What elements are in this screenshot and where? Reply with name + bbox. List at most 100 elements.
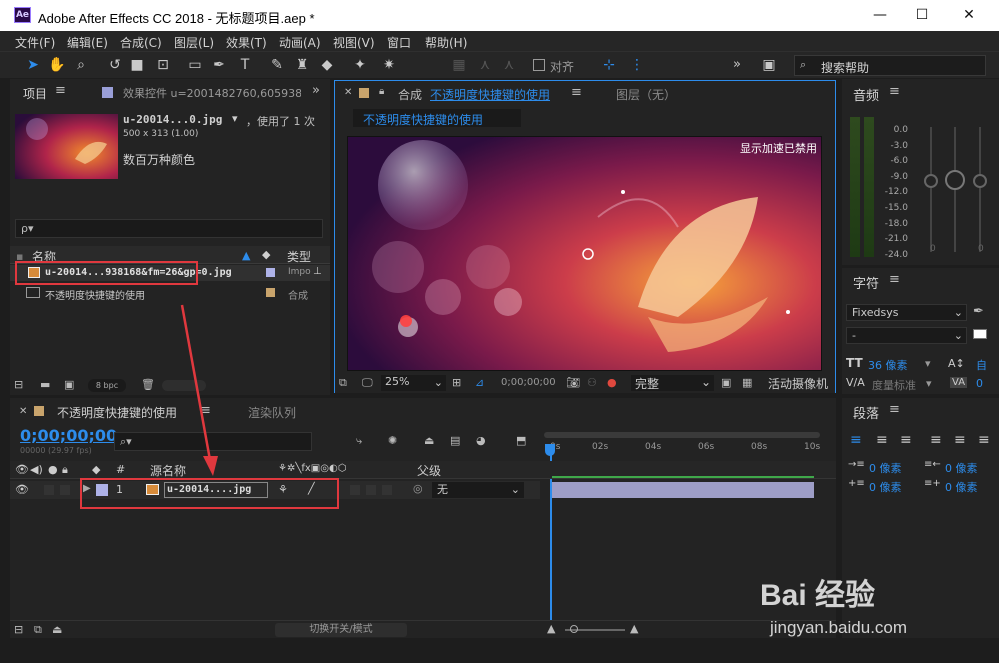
- bit-depth-button[interactable]: 8 bpc: [88, 379, 126, 392]
- time-ruler[interactable]: 0s 02s 04s 06s 08s 10s: [544, 432, 820, 456]
- always-preview-icon[interactable]: ⧉: [339, 376, 347, 390]
- workspace-icon[interactable]: ▣: [760, 56, 778, 74]
- local-axis-icon[interactable]: ▦: [450, 56, 468, 74]
- mask-visibility-icon[interactable]: ⊿: [475, 376, 484, 389]
- menu-composition[interactable]: 合成(C): [120, 34, 162, 51]
- layer-visibility-icon[interactable]: 👁︎: [15, 483, 29, 496]
- align-center-icon[interactable]: ≡: [876, 432, 888, 448]
- justify-left-icon[interactable]: ≡: [930, 432, 942, 448]
- snapshot-icon[interactable]: 📷︎: [566, 376, 580, 389]
- close-timeline-tab-icon[interactable]: ✕: [19, 406, 27, 417]
- type-column-header[interactable]: 类型: [287, 248, 311, 265]
- panel-overflow-icon[interactable]: »: [312, 83, 320, 98]
- delete-icon[interactable]: 🗑: [141, 378, 155, 391]
- effect-switch[interactable]: [382, 485, 392, 495]
- layer-lock-toggle[interactable]: [60, 485, 70, 495]
- project-tab[interactable]: 项目: [23, 85, 47, 102]
- toggle-switches-modes-button[interactable]: 切换开关/模式: [275, 623, 407, 637]
- source-name-header[interactable]: 源名称: [150, 462, 186, 479]
- region-of-interest-icon[interactable]: ▣: [721, 376, 731, 389]
- new-composition-icon[interactable]: ▣: [64, 378, 74, 391]
- project-search-field[interactable]: ρ▾: [15, 219, 323, 238]
- pen-tool-icon[interactable]: ✒: [210, 56, 228, 74]
- close-comp-tab-icon[interactable]: ✕: [344, 87, 352, 98]
- master-fader-knob[interactable]: [945, 170, 965, 190]
- rotate-tool-icon[interactable]: ↺: [106, 56, 124, 74]
- resolution-dropdown[interactable]: 完整 ⌄: [631, 375, 714, 391]
- camera-tool-icon[interactable]: ■: [128, 56, 146, 74]
- audio-tab[interactable]: 音频: [853, 85, 879, 104]
- timeline-tab-menu-icon[interactable]: ≡: [200, 403, 211, 418]
- kerning-chevron-icon[interactable]: ▾: [926, 377, 932, 390]
- pan-behind-tool-icon[interactable]: ⊡: [154, 56, 172, 74]
- zoom-tool-icon[interactable]: ⌕: [72, 56, 90, 74]
- view-axis-icon[interactable]: ⋏: [500, 56, 518, 74]
- comp-canvas-image[interactable]: 显示加速已禁用: [347, 136, 822, 371]
- hand-tool-icon[interactable]: ✋: [48, 56, 66, 74]
- effects-controls-tab[interactable]: 效果控件 u=2001482760,605938: [123, 85, 301, 101]
- more-workspaces-button[interactable]: »: [733, 57, 741, 72]
- left-fader-knob[interactable]: [924, 174, 938, 188]
- zoom-dropdown[interactable]: 25% ⌄: [381, 375, 446, 391]
- paragraph-tab[interactable]: 段落: [853, 403, 879, 422]
- timeline-search-field[interactable]: ⌕▾: [114, 432, 312, 451]
- project-row-composition[interactable]: 不透明度快捷键的使用 合成: [10, 285, 330, 302]
- text-tool-icon[interactable]: T: [236, 56, 254, 74]
- snap-icon[interactable]: ⊹: [600, 56, 618, 74]
- menu-edit[interactable]: 编辑(E): [67, 34, 108, 51]
- character-tab[interactable]: 字符: [853, 273, 879, 292]
- menu-window[interactable]: 窗口: [387, 34, 411, 51]
- world-axis-icon[interactable]: ⋏: [476, 56, 494, 74]
- roto-brush-tool-icon[interactable]: ✦: [351, 56, 369, 74]
- align-left-icon[interactable]: ≡: [850, 432, 862, 448]
- timeline-tab-name[interactable]: 不透明度快捷键的使用: [57, 404, 177, 421]
- menu-layer[interactable]: 图层(L): [174, 34, 214, 51]
- justify-center-icon[interactable]: ≡: [954, 432, 966, 448]
- safe-margins-icon[interactable]: ⊞: [452, 376, 461, 389]
- menu-help[interactable]: 帮助(H): [425, 34, 467, 51]
- transfer-controls-icon[interactable]: ⧉: [34, 623, 42, 637]
- new-folder-icon[interactable]: ▬: [40, 378, 50, 391]
- parent-header[interactable]: 父级: [417, 462, 441, 479]
- kerning-value[interactable]: 度量标准: [872, 377, 916, 393]
- leading-value[interactable]: 自: [976, 357, 987, 373]
- fill-color-swatch[interactable]: [973, 329, 987, 339]
- close-button[interactable]: ✕: [954, 5, 984, 25]
- sort-arrow-icon[interactable]: ▲: [242, 249, 250, 262]
- font-style-dropdown[interactable]: - ⌄: [846, 327, 967, 344]
- indent-left-value[interactable]: 0 像素: [869, 460, 902, 476]
- adjustment-switch[interactable]: [350, 485, 360, 495]
- audio-tab-menu-icon[interactable]: ≡: [889, 84, 900, 99]
- font-size-chevron-icon[interactable]: ▾: [925, 357, 931, 370]
- graph-editor-icon[interactable]: ⬒: [516, 434, 526, 447]
- composition-label-swatch[interactable]: [266, 288, 275, 297]
- draft-3d-icon[interactable]: ✺: [388, 434, 397, 447]
- motion-blur-icon[interactable]: ◕: [476, 434, 486, 447]
- align-checkbox[interactable]: [533, 59, 545, 71]
- lock-icon[interactable]: 🔒︎: [379, 86, 384, 97]
- layer-switches-icon[interactable]: ⊟: [14, 623, 23, 636]
- layer-viewer-tab[interactable]: 图层（无）: [616, 86, 676, 103]
- font-family-dropdown[interactable]: Fixedsys ⌄: [846, 304, 967, 321]
- clone-stamp-tool-icon[interactable]: ♜: [293, 56, 311, 74]
- work-area-bar[interactable]: [544, 432, 820, 438]
- maximize-button[interactable]: ☐: [907, 5, 937, 25]
- layer-duration-bar[interactable]: [552, 482, 814, 498]
- render-queue-tab[interactable]: 渲染队列: [248, 404, 296, 421]
- menu-animation[interactable]: 动画(A): [279, 34, 321, 51]
- puppet-tool-icon[interactable]: ✷: [380, 56, 398, 74]
- project-scrollbar[interactable]: [162, 380, 206, 391]
- comp-breadcrumb[interactable]: 不透明度快捷键的使用: [353, 109, 521, 127]
- parent-dropdown[interactable]: 无 ⌄: [432, 482, 524, 498]
- snap-options-icon[interactable]: ⋮: [628, 56, 646, 74]
- tracking-value[interactable]: 0: [976, 377, 983, 390]
- project-tab-menu-icon[interactable]: ≡: [55, 83, 66, 98]
- menu-effect[interactable]: 效果(T): [226, 34, 267, 51]
- character-tab-menu-icon[interactable]: ≡: [889, 272, 900, 287]
- interpret-footage-icon[interactable]: ⊟: [14, 378, 23, 391]
- color-channel-icon[interactable]: ●: [607, 376, 617, 389]
- selection-tool-icon[interactable]: ➤: [24, 56, 42, 74]
- pick-whip-icon[interactable]: ◎: [413, 482, 423, 495]
- eraser-tool-icon[interactable]: ◆: [318, 56, 336, 74]
- frame-blending-icon[interactable]: ▤: [450, 434, 460, 447]
